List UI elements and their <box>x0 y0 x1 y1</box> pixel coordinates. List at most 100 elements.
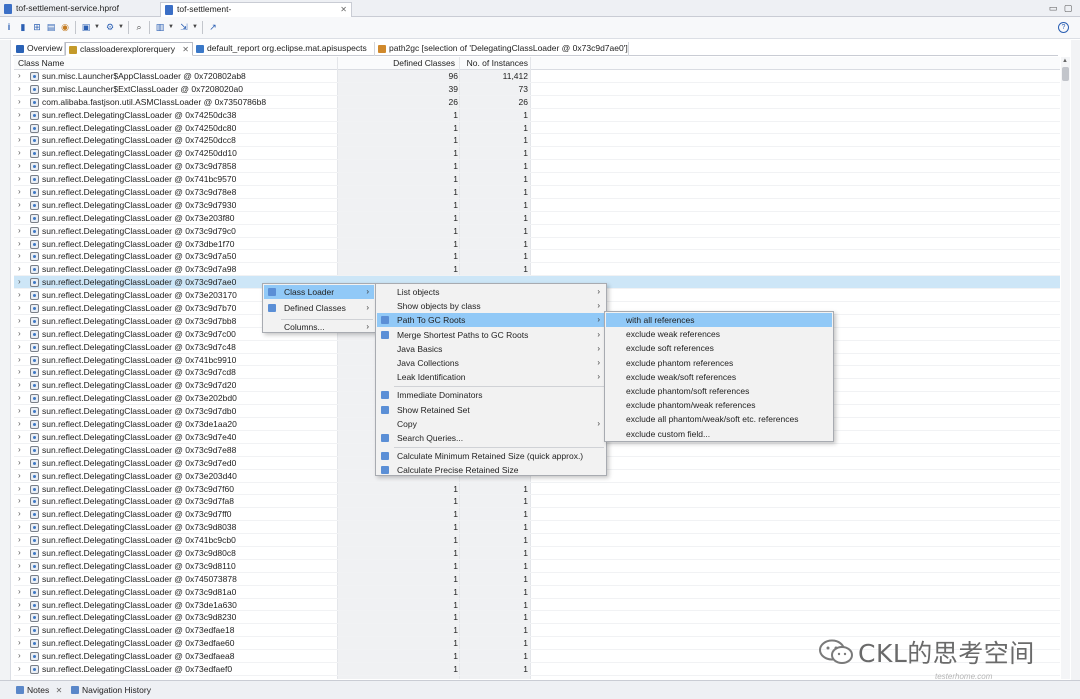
table-row[interactable]: › sun.reflect.DelegatingClassLoader @ 0x7… <box>14 212 1060 225</box>
expand-chevron-icon[interactable]: › <box>18 483 21 496</box>
tab-notes[interactable]: Notes ✕ <box>14 684 62 697</box>
oql-icon[interactable]: ▤ <box>45 21 57 33</box>
table-row[interactable]: › sun.reflect.DelegatingClassLoader @ 0x7… <box>14 495 1060 509</box>
expand-chevron-icon[interactable]: › <box>18 624 21 637</box>
table-row[interactable]: › sun.reflect.DelegatingClassLoader @ 0x7… <box>14 521 1060 535</box>
table-row[interactable]: › sun.reflect.DelegatingClassLoader @ 0x7… <box>14 147 1060 161</box>
expand-chevron-icon[interactable]: › <box>18 276 21 289</box>
column-header-class-name[interactable]: Class Name <box>18 57 64 70</box>
table-row[interactable]: › sun.reflect.DelegatingClassLoader @ 0x7… <box>14 611 1060 625</box>
expand-chevron-icon[interactable]: › <box>18 508 21 521</box>
menu-item-exclude-soft-references[interactable]: exclude soft references <box>606 341 832 355</box>
info-icon[interactable]: i <box>3 21 15 33</box>
histogram-icon[interactable]: ▮ <box>17 21 29 33</box>
search-icon[interactable]: ⌕ <box>133 21 145 33</box>
expand-chevron-icon[interactable]: › <box>18 547 21 560</box>
tab-default-report[interactable]: default_report org.eclipse.mat.apisuspec… <box>193 42 375 56</box>
table-row[interactable]: › sun.reflect.DelegatingClassLoader @ 0x7… <box>14 173 1060 187</box>
tab-path2gc[interactable]: path2gc [selection of 'DelegatingClassLo… <box>375 42 629 56</box>
expand-chevron-icon[interactable]: › <box>18 663 21 676</box>
expand-chevron-icon[interactable]: › <box>18 70 21 83</box>
expand-chevron-icon[interactable]: › <box>18 495 21 508</box>
table-row[interactable]: › sun.reflect.DelegatingClassLoader @ 0x7… <box>14 134 1060 148</box>
table-row[interactable]: › sun.reflect.DelegatingClassLoader @ 0x7… <box>14 186 1060 199</box>
expand-chevron-icon[interactable]: › <box>18 341 21 354</box>
table-row[interactable]: › sun.reflect.DelegatingClassLoader @ 0x7… <box>14 586 1060 599</box>
tab-classloaderexplorerquery[interactable]: classloaderexplorerquery ✕ <box>65 42 193 56</box>
expand-chevron-icon[interactable]: › <box>18 366 21 379</box>
table-row[interactable]: › sun.reflect.DelegatingClassLoader @ 0x7… <box>14 573 1060 586</box>
help-icon[interactable]: ? <box>1058 22 1069 33</box>
menu-item-copy[interactable]: Copy › <box>377 417 605 431</box>
expand-chevron-icon[interactable]: › <box>18 225 21 238</box>
expand-chevron-icon[interactable]: › <box>18 599 21 612</box>
dominator-tree-icon[interactable]: ⊞ <box>31 21 43 33</box>
column-header-defined-classes[interactable]: Defined Classes <box>338 57 455 70</box>
expand-chevron-icon[interactable]: › <box>18 521 21 534</box>
editor-tab-hprof-2[interactable]: tof-settlement-service_20231102_141200.h… <box>160 2 352 27</box>
expand-chevron-icon[interactable]: › <box>18 199 21 212</box>
table-row[interactable]: › sun.reflect.DelegatingClassLoader @ 0x7… <box>14 225 1060 238</box>
group-by-icon[interactable]: ▥ <box>154 21 166 33</box>
expand-chevron-icon[interactable]: › <box>18 96 21 109</box>
expand-chevron-icon[interactable]: › <box>18 418 21 431</box>
menu-item-columns[interactable]: Columns... › <box>264 320 374 334</box>
query-browser-icon[interactable]: ⚙ <box>104 21 116 33</box>
menu-item-show-objects-by-class[interactable]: Show objects by class › <box>377 299 605 313</box>
menu-item-with-all-references[interactable]: with all references <box>606 313 832 327</box>
expand-chevron-icon[interactable]: › <box>18 457 21 470</box>
run-report-icon[interactable]: ▣ <box>80 21 92 33</box>
table-row[interactable]: › sun.reflect.DelegatingClassLoader @ 0x7… <box>14 508 1060 522</box>
close-tab-icon[interactable]: ✕ <box>56 686 63 695</box>
table-row[interactable]: › sun.reflect.DelegatingClassLoader @ 0x7… <box>14 534 1060 547</box>
menu-item-defined-classes[interactable]: Defined Classes › <box>264 301 374 315</box>
expand-chevron-icon[interactable]: › <box>18 186 21 199</box>
table-row[interactable]: › sun.misc.Launcher$AppClassLoader @ 0x72… <box>14 70 1060 83</box>
menu-item-exclude-all-phantom-weak-soft-etc-references[interactable]: exclude all phantom/weak/soft etc. refer… <box>606 412 832 426</box>
table-row[interactable]: › sun.reflect.DelegatingClassLoader @ 0x7… <box>14 199 1060 212</box>
table-row[interactable]: › sun.misc.Launcher$ExtClassLoader @ 0x72… <box>14 83 1060 96</box>
expand-chevron-icon[interactable]: › <box>18 212 21 225</box>
table-row[interactable]: › sun.reflect.DelegatingClassLoader @ 0x7… <box>14 560 1060 573</box>
expand-chevron-icon[interactable]: › <box>18 289 21 302</box>
table-row[interactable]: › com.alibaba.fastjson.util.ASMClassLoade… <box>14 96 1060 109</box>
menu-item-show-retained-set[interactable]: Show Retained Set <box>377 403 605 417</box>
menu-item-exclude-phantom-soft-references[interactable]: exclude phantom/soft references <box>606 384 832 398</box>
menu-item-class-loader[interactable]: Class Loader › <box>264 285 374 299</box>
expand-chevron-icon[interactable]: › <box>18 611 21 624</box>
menu-item-calculate-precise-retained-size[interactable]: Calculate Precise Retained Size <box>377 463 605 477</box>
expand-chevron-icon[interactable]: › <box>18 650 21 663</box>
calculate-retained-icon[interactable]: ⇲ <box>178 21 190 33</box>
expand-chevron-icon[interactable]: › <box>18 470 21 483</box>
expand-chevron-icon[interactable]: › <box>18 315 21 328</box>
expand-chevron-icon[interactable]: › <box>18 122 21 135</box>
expand-chevron-icon[interactable]: › <box>18 534 21 547</box>
table-row[interactable]: › sun.reflect.DelegatingClassLoader @ 0x7… <box>14 599 1060 612</box>
export-icon[interactable]: ↗ <box>207 21 219 33</box>
tab-navigation-history[interactable]: Navigation History <box>69 684 151 697</box>
expand-chevron-icon[interactable]: › <box>18 560 21 573</box>
menu-item-calculate-minimum-retained-size-quick-approx[interactable]: Calculate Minimum Retained Size (quick a… <box>377 449 605 463</box>
expand-chevron-icon[interactable]: › <box>18 109 21 122</box>
menu-item-search-queries[interactable]: Search Queries... <box>377 431 605 445</box>
expand-chevron-icon[interactable]: › <box>18 134 21 147</box>
scrollbar-thumb[interactable] <box>1062 67 1069 81</box>
expand-chevron-icon[interactable]: › <box>18 586 21 599</box>
expand-chevron-icon[interactable]: › <box>18 147 21 160</box>
menu-item-list-objects[interactable]: List objects › <box>377 285 605 299</box>
expand-chevron-icon[interactable]: › <box>18 573 21 586</box>
table-row[interactable]: › sun.reflect.DelegatingClassLoader @ 0x7… <box>14 250 1060 264</box>
menu-item-exclude-phantom-weak-references[interactable]: exclude phantom/weak references <box>606 398 832 412</box>
table-row[interactable]: › sun.reflect.DelegatingClassLoader @ 0x7… <box>14 109 1060 122</box>
chevron-down-icon[interactable]: ▼ <box>94 21 100 33</box>
menu-item-exclude-custom-field[interactable]: exclude custom field... <box>606 427 832 441</box>
chevron-down-icon[interactable]: ▼ <box>168 21 174 33</box>
table-row[interactable]: › sun.reflect.DelegatingClassLoader @ 0x7… <box>14 483 1060 496</box>
expand-chevron-icon[interactable]: › <box>18 263 21 276</box>
expand-chevron-icon[interactable]: › <box>18 354 21 367</box>
close-tab-icon[interactable]: ✕ <box>340 3 347 16</box>
expand-chevron-icon[interactable]: › <box>18 173 21 186</box>
thread-overview-icon[interactable]: ◉ <box>59 21 71 33</box>
menu-item-immediate-dominators[interactable]: Immediate Dominators <box>377 388 605 402</box>
table-row[interactable]: › sun.reflect.DelegatingClassLoader @ 0x7… <box>14 238 1060 251</box>
